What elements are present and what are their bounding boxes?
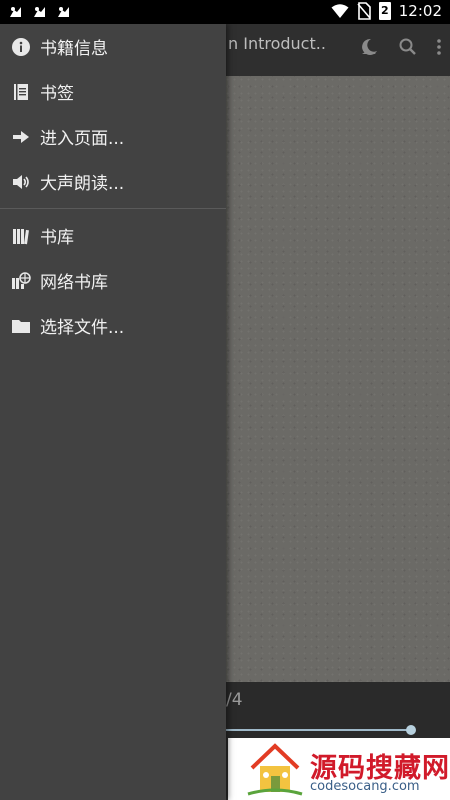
notification-app-icon [32, 4, 48, 20]
menu-item-select-file[interactable]: 选择文件... [0, 303, 226, 348]
watermark-url: codesocang.com [310, 779, 420, 794]
wifi-icon [331, 3, 349, 19]
menu-item-label: 书库 [40, 228, 74, 248]
page-indicator: /4 [226, 690, 243, 710]
menu-item-go-to-page[interactable]: 进入页面... [0, 114, 226, 159]
menu-item-bookmarks[interactable]: 书签 [0, 69, 226, 114]
folder-icon [11, 316, 31, 336]
page-progress-slider[interactable] [226, 729, 414, 731]
status-indicators: 2 12:02 [331, 2, 442, 20]
notification-app-icon [8, 4, 24, 20]
house-logo-icon [246, 742, 304, 800]
menu-item-label: 选择文件... [40, 318, 125, 338]
app-bar-actions [358, 36, 442, 62]
menu-item-label: 书签 [40, 84, 74, 104]
search-icon[interactable] [398, 37, 418, 61]
watermark-logo: 源码搜藏网 codesocang.com [228, 738, 450, 800]
menu-item-label: 进入页面... [40, 129, 125, 149]
notification-app-icon [56, 4, 72, 20]
notification-icons [8, 4, 72, 20]
menu-item-network-library[interactable]: 网络书库 [0, 258, 226, 303]
night-mode-icon[interactable] [358, 36, 380, 62]
battery-level: 2 [380, 4, 389, 17]
no-sim-icon [357, 2, 371, 20]
menu-item-book-info[interactable]: 书籍信息 [0, 24, 226, 69]
bookmark-icon [11, 82, 31, 102]
network-library-icon [11, 271, 31, 291]
more-options-icon[interactable] [436, 37, 442, 61]
speaker-icon [11, 172, 31, 192]
book-menu-group: 书籍信息 书签 进入页面... 大声朗读... [0, 24, 226, 204]
menu-item-label: 网络书库 [40, 273, 108, 293]
menu-item-read-aloud[interactable]: 大声朗读... [0, 159, 226, 204]
library-icon [11, 226, 31, 246]
book-title: n Introduct... [228, 34, 326, 53]
slider-thumb[interactable] [406, 725, 416, 735]
library-menu-group: 书库 网络书库 选择文件... [0, 213, 226, 348]
menu-item-label: 大声朗读... [40, 174, 125, 194]
menu-item-library[interactable]: 书库 [0, 213, 226, 258]
battery-icon: 2 [378, 2, 391, 20]
navigation-drawer: 书籍信息 书签 进入页面... 大声朗读... 书库 网络书库 选择文件... [0, 24, 226, 800]
clock: 12:02 [398, 2, 442, 20]
info-icon [11, 37, 31, 57]
arrow-right-icon [11, 127, 31, 147]
menu-divider [0, 208, 226, 209]
status-bar: 2 12:02 [0, 0, 450, 24]
menu-item-label: 书籍信息 [40, 39, 108, 59]
